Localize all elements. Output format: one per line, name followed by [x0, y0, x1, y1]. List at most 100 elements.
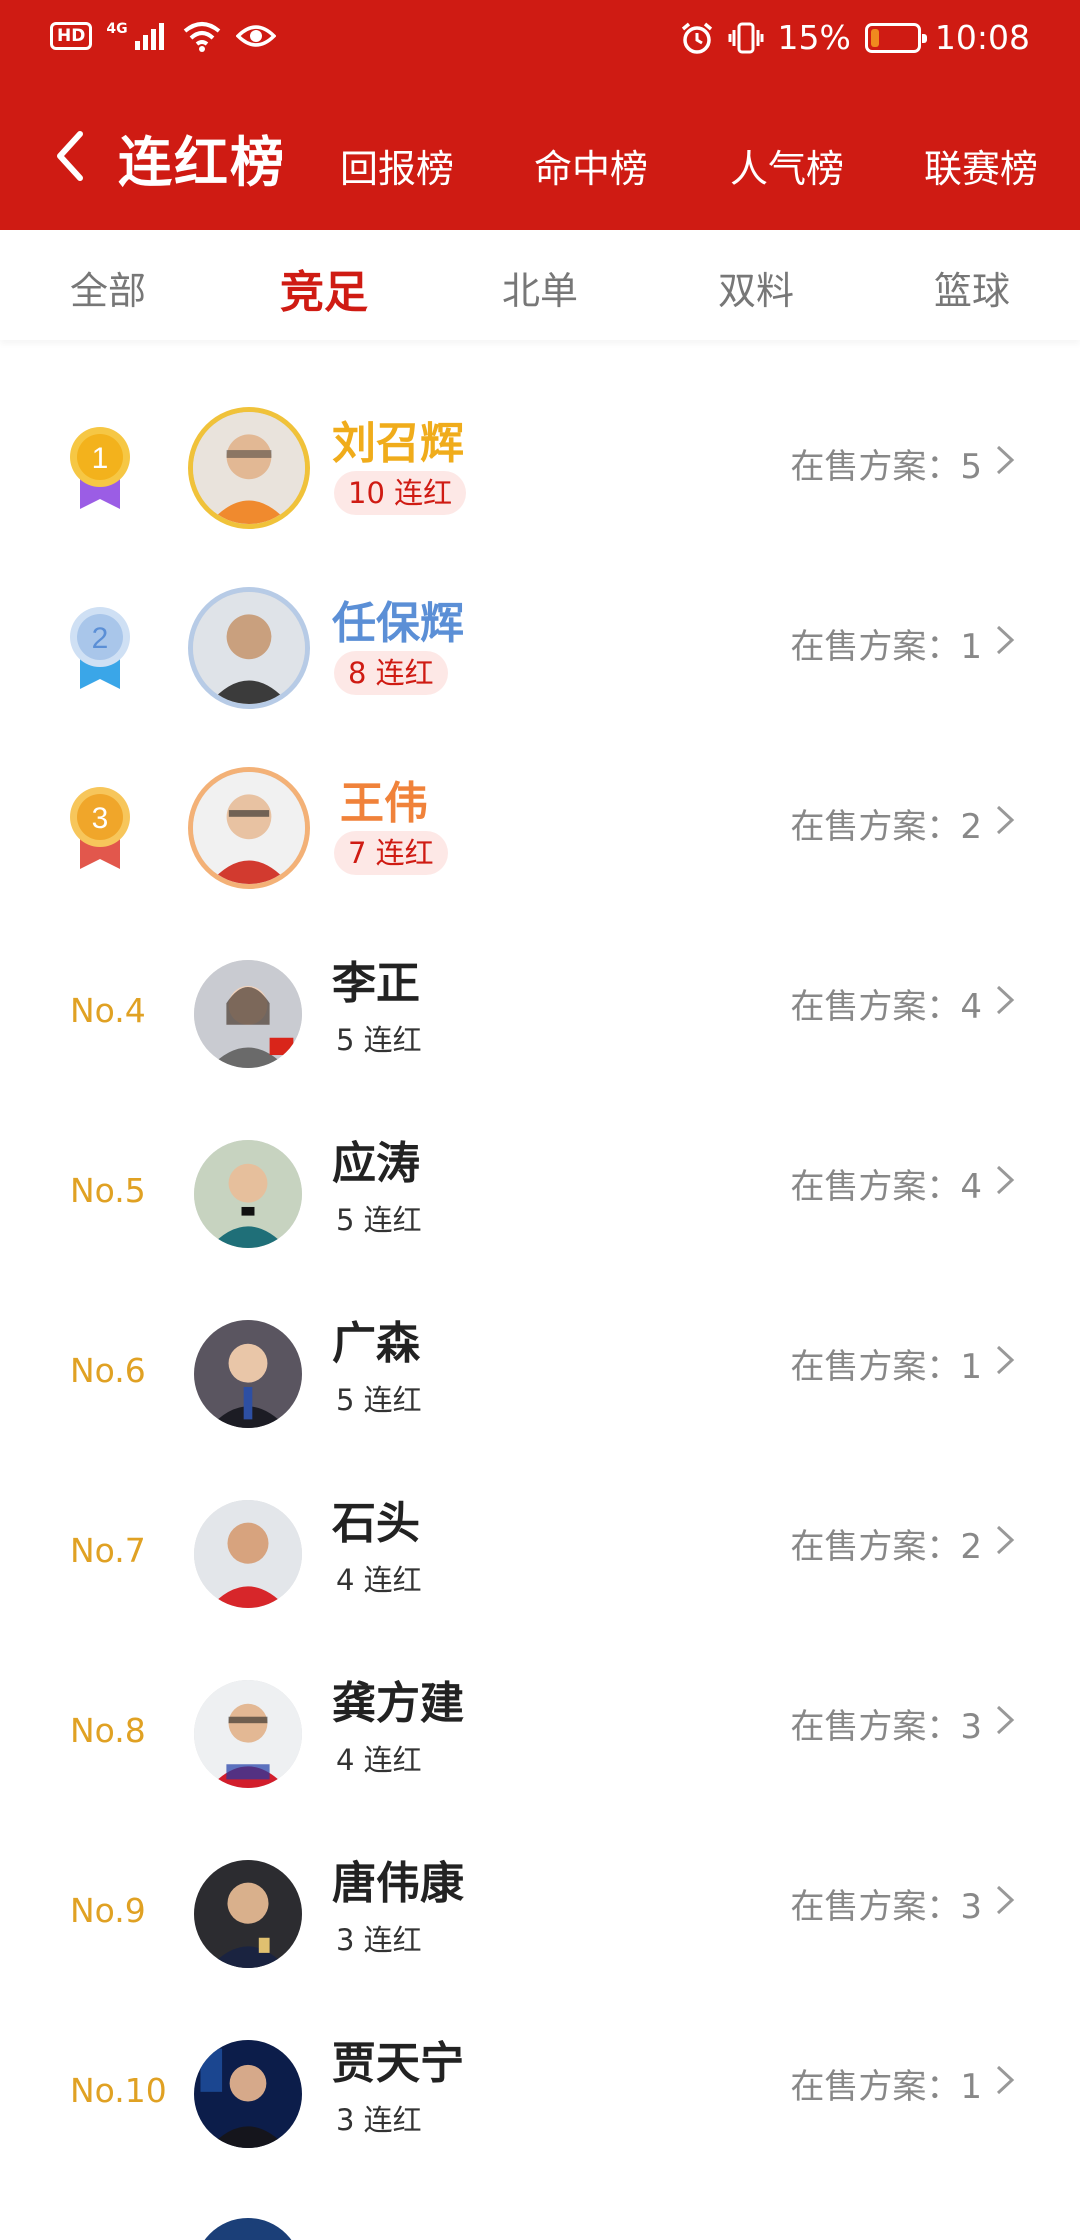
avatar — [194, 2218, 302, 2240]
user-name: 石头 — [332, 1498, 420, 1549]
on-sale-count: 在售方案：4 — [790, 1159, 982, 1208]
avatar — [194, 1680, 302, 1788]
category-jingzu[interactable]: 竞足 — [280, 256, 368, 320]
user-name: 李正 — [332, 958, 420, 1009]
user-name: 龚方建 — [332, 1678, 464, 1729]
avatar — [188, 587, 310, 709]
rank-number: No.8 — [70, 1711, 146, 1750]
on-sale-count: 在售方案：1 — [790, 1339, 982, 1388]
ranking-row[interactable]: 1 刘召辉 10 连红 在售方案：5 — [0, 385, 1080, 565]
chevron-right-icon — [996, 2065, 1015, 2095]
category-tabs: 全部 竞足 北单 双料 篮球 — [0, 230, 1080, 340]
ranking-row[interactable]: 2 任保辉 8 连红 在售方案：1 — [0, 565, 1080, 745]
medal-rank: 1 — [92, 442, 109, 475]
user-name: 贾天宁 — [332, 2038, 464, 2089]
vibrate-icon — [728, 22, 764, 53]
chevron-right-icon — [996, 445, 1015, 475]
user-name: 任保辉 — [332, 598, 464, 649]
on-sale-count: 在售方案：1 — [790, 619, 982, 668]
chevron-right-icon — [996, 985, 1015, 1015]
on-sale-value: 5 — [960, 447, 982, 487]
rank-number: No.10 — [70, 2071, 167, 2110]
alarm-icon — [681, 22, 712, 54]
category-basketball[interactable]: 篮球 — [934, 260, 1010, 315]
avatar — [188, 767, 310, 889]
rank-number: No.7 — [70, 1531, 146, 1570]
chevron-right-icon — [996, 1345, 1015, 1375]
streak-badge: 7 连红 — [334, 831, 448, 875]
rank-number: No.6 — [70, 1351, 146, 1390]
chevron-right-icon — [996, 1885, 1015, 1915]
on-sale-value: 2 — [960, 1527, 982, 1567]
category-beidan[interactable]: 北单 — [502, 260, 578, 315]
avatar — [194, 960, 302, 1068]
app-header: HD 4G 15% 10:08 连红榜 回报榜 命中榜 人气榜 联赛榜 — [0, 0, 1080, 230]
user-name: 王伟 — [340, 778, 428, 829]
on-sale-count: 在售方案：3 — [790, 1879, 982, 1928]
streak-badge: 10 连红 — [334, 471, 467, 515]
ranking-row[interactable]: 3 王伟 7 连红 在售方案：2 — [0, 745, 1080, 925]
streak-text: 5 连红 — [336, 1383, 422, 1417]
on-sale-value: 1 — [960, 2067, 982, 2107]
silver-medal-icon: 2 — [70, 607, 130, 689]
battery-percent: 15% — [777, 18, 851, 57]
chevron-right-icon — [996, 805, 1015, 835]
medal-rank: 2 — [92, 622, 109, 655]
ranking-row[interactable]: No.4 李正 5 连红 在售方案：4 — [0, 925, 1080, 1105]
on-sale-label: 在售方案： — [790, 447, 961, 487]
streak-text: 3 连红 — [336, 2103, 422, 2137]
user-name: 广森 — [332, 1318, 420, 1369]
avatar — [194, 1860, 302, 1968]
signal-icon — [134, 23, 164, 50]
streak-text: 5 连红 — [336, 1023, 422, 1057]
on-sale-label: 在售方案： — [790, 987, 961, 1027]
on-sale-count: 在售方案：2 — [790, 1519, 982, 1568]
category-all[interactable]: 全部 — [70, 260, 146, 315]
on-sale-value: 3 — [960, 1707, 982, 1747]
streak-text: 3 连红 — [336, 1923, 422, 1957]
rank-number: No.9 — [70, 1891, 146, 1930]
on-sale-label: 在售方案： — [790, 1707, 961, 1747]
clock: 10:08 — [934, 18, 1030, 57]
on-sale-value: 3 — [960, 1887, 982, 1927]
medal-rank: 3 — [92, 802, 109, 835]
bronze-medal-icon: 3 — [70, 787, 130, 869]
on-sale-label: 在售方案： — [790, 1887, 961, 1927]
hd-badge: HD — [50, 22, 93, 50]
avatar — [194, 1320, 302, 1428]
ranking-row[interactable]: No.9 唐伟康 3 连红 在售方案：3 — [0, 1825, 1080, 2005]
chevron-right-icon — [996, 1705, 1015, 1735]
avatar — [194, 1500, 302, 1608]
on-sale-label: 在售方案： — [790, 2067, 961, 2107]
streak-text: 5 连红 — [336, 1203, 422, 1237]
tab-hit[interactable]: 命中榜 — [534, 138, 648, 193]
on-sale-label: 在售方案： — [790, 1527, 961, 1567]
user-name: 唐伟康 — [332, 1858, 464, 1909]
ranking-row[interactable]: No.5 应涛 5 连红 在售方案：4 — [0, 1105, 1080, 1285]
chevron-right-icon — [996, 1525, 1015, 1555]
on-sale-label: 在售方案： — [790, 627, 961, 667]
streak-badge: 8 连红 — [334, 651, 448, 695]
streak-text: 4 连红 — [336, 1743, 422, 1777]
streak-text: 4 连红 — [336, 1563, 422, 1597]
ranking-row[interactable]: No.7 石头 4 连红 在售方案：2 — [0, 1465, 1080, 1645]
category-shuangliao[interactable]: 双料 — [718, 260, 794, 315]
tab-popular[interactable]: 人气榜 — [730, 138, 844, 193]
on-sale-value: 1 — [960, 627, 982, 667]
tab-league[interactable]: 联赛榜 — [924, 138, 1038, 193]
chevron-right-icon — [996, 625, 1015, 655]
ranking-row[interactable]: No.10 贾天宁 3 连红 在售方案：1 — [0, 2005, 1080, 2185]
eye-icon — [235, 25, 276, 47]
avatar — [194, 2040, 302, 2148]
tab-return[interactable]: 回报榜 — [340, 138, 454, 193]
on-sale-count: 在售方案：1 — [790, 2059, 982, 2108]
avatar — [194, 1140, 302, 1248]
ranking-row[interactable]: No.8 龚方建 4 连红 在售方案：3 — [0, 1645, 1080, 1825]
on-sale-value: 4 — [960, 987, 982, 1027]
chevron-right-icon — [996, 1165, 1015, 1195]
on-sale-value: 2 — [960, 807, 982, 847]
back-arrow-icon[interactable] — [50, 126, 90, 186]
ranking-row[interactable]: No.6 广森 5 连红 在售方案：1 — [0, 1285, 1080, 1465]
rank-number: No.5 — [70, 1171, 146, 1210]
nav-bar: 连红榜 回报榜 命中榜 人气榜 联赛榜 — [0, 100, 1080, 220]
